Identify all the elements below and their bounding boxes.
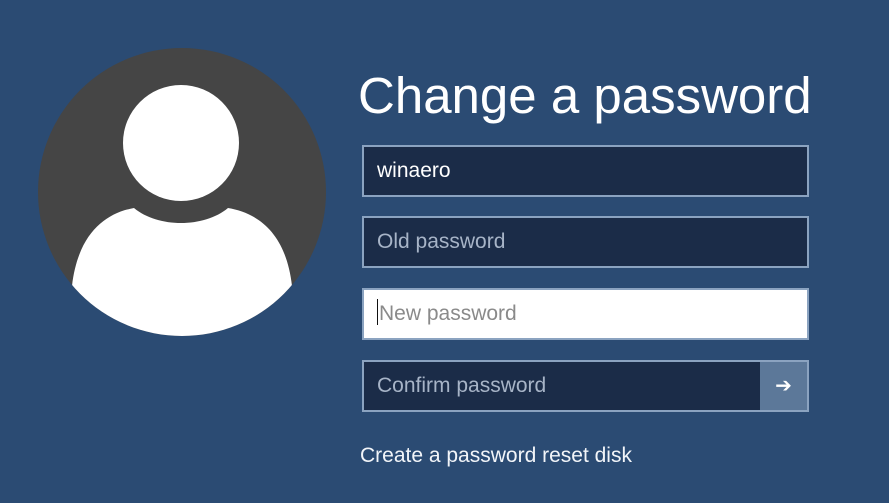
user-avatar-icon <box>38 48 326 336</box>
submit-button[interactable]: ➔ <box>760 360 809 412</box>
change-password-screen: Change a password winaero Old password N… <box>0 0 889 503</box>
old-password-field[interactable]: Old password <box>362 216 809 268</box>
confirm-password-field[interactable]: Confirm password <box>362 360 760 412</box>
username-field[interactable]: winaero <box>362 145 809 197</box>
create-reset-disk-link[interactable]: Create a password reset disk <box>360 444 632 468</box>
arrow-right-icon: ➔ <box>775 375 792 397</box>
username-value: winaero <box>377 159 451 182</box>
confirm-password-placeholder: Confirm password <box>377 374 547 397</box>
user-silhouette-icon <box>72 85 292 336</box>
new-password-placeholder: New password <box>379 302 517 325</box>
new-password-field[interactable]: New password <box>362 288 809 340</box>
old-password-placeholder: Old password <box>377 230 506 253</box>
text-caret <box>377 299 378 326</box>
page-title: Change a password <box>358 67 812 124</box>
